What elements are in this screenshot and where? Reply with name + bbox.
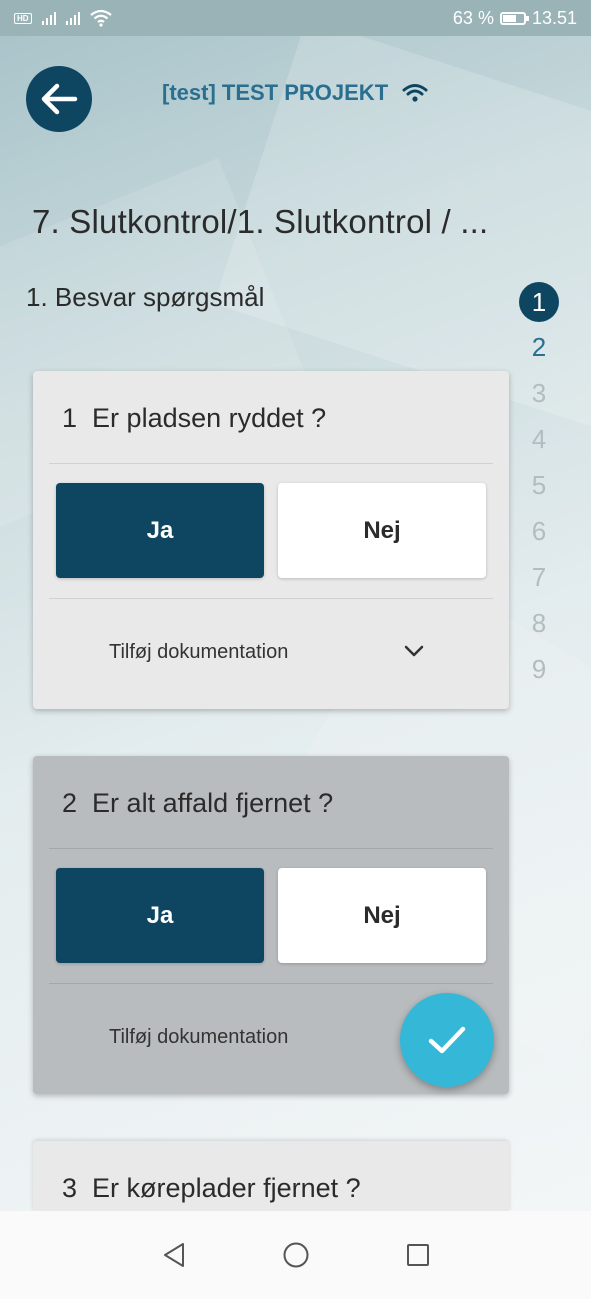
divider	[49, 463, 493, 464]
wifi-icon	[402, 84, 428, 102]
section-title: 1. Besvar spørgsmål	[26, 282, 265, 312]
no-button[interactable]: Nej	[278, 483, 486, 578]
clock: 13.51	[531, 7, 577, 28]
no-button[interactable]: Nej	[278, 868, 486, 963]
question-card-1: 1 Er pladsen ryddet ? Ja Nej Tilføj doku…	[33, 371, 509, 709]
question-card-3: 3 Er køreplader fjernet ?	[33, 1141, 509, 1211]
question-text: Er køreplader fjernet ?	[92, 1173, 361, 1203]
yes-button[interactable]: Ja	[56, 483, 264, 578]
step-8[interactable]: 8	[518, 602, 560, 644]
question-text: Er pladsen ryddet ?	[92, 403, 327, 433]
add-documentation-toggle[interactable]: Tilføj dokumentation	[109, 1026, 288, 1049]
nav-recents-icon[interactable]	[405, 1242, 431, 1268]
question-title: 3 Er køreplader fjernet ?	[62, 1173, 361, 1204]
question-title: 2 Er alt affald fjernet ?	[62, 788, 333, 819]
question-title: 1 Er pladsen ryddet ?	[62, 403, 326, 434]
step-7[interactable]: 7	[518, 556, 560, 598]
confirm-button[interactable]	[400, 993, 494, 1087]
divider	[49, 598, 493, 599]
divider	[49, 848, 493, 849]
nav-back-icon[interactable]	[161, 1241, 187, 1269]
battery-percent: 63 %	[452, 7, 494, 28]
status-bar: HD 63 % 13.51	[0, 0, 591, 36]
add-documentation-toggle[interactable]: Tilføj dokumentation	[109, 641, 288, 664]
question-number: 1	[62, 403, 78, 433]
step-5[interactable]: 5	[518, 464, 560, 506]
signal-icon	[65, 11, 80, 25]
question-number: 2	[62, 788, 78, 818]
checkmark-icon	[428, 1026, 466, 1054]
chevron-down-icon[interactable]	[403, 643, 425, 659]
question-text: Er alt affald fjernet ?	[92, 788, 334, 818]
battery-icon	[499, 11, 529, 25]
page-title: 7. Slutkontrol/1. Slutkontrol / ...	[32, 203, 489, 240]
divider	[49, 983, 493, 984]
network-badge: HD	[14, 12, 32, 24]
step-6[interactable]: 6	[518, 510, 560, 552]
system-navigation-bar	[0, 1211, 591, 1299]
project-title: [test] TEST PROJEKT	[162, 80, 428, 106]
step-1[interactable]: 1	[519, 282, 559, 322]
back-button[interactable]	[26, 66, 92, 132]
signal-icon	[41, 11, 56, 25]
step-9[interactable]: 9	[518, 648, 560, 690]
step-2[interactable]: 2	[518, 326, 560, 368]
yes-button[interactable]: Ja	[56, 868, 264, 963]
step-4[interactable]: 4	[518, 418, 560, 460]
wifi-status-icon	[89, 9, 112, 27]
project-name: [test] TEST PROJEKT	[162, 80, 389, 105]
question-number: 3	[62, 1173, 78, 1203]
step-navigator: 1 2 3 4 5 6 7 8 9	[518, 282, 562, 694]
nav-home-icon[interactable]	[282, 1241, 310, 1269]
step-3[interactable]: 3	[518, 372, 560, 414]
arrow-left-icon	[41, 83, 78, 115]
